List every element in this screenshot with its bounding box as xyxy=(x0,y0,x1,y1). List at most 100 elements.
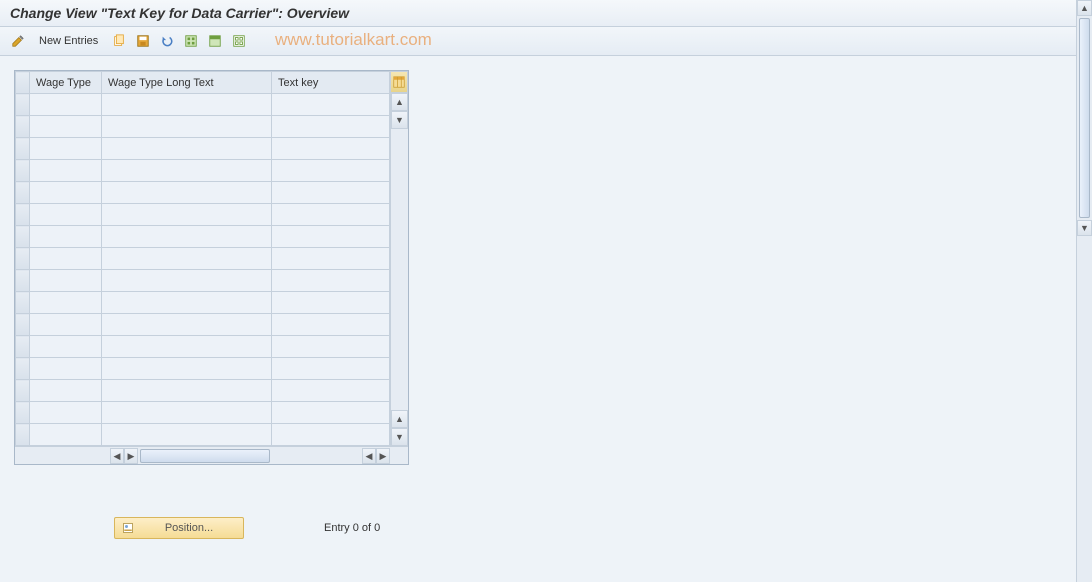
page-vertical-scrollbar[interactable]: ▲ ▼ xyxy=(1076,0,1092,582)
table-row[interactable] xyxy=(16,292,390,314)
scroll-left-step-button[interactable]: ◀ xyxy=(362,448,376,464)
table-cell[interactable] xyxy=(102,424,272,446)
row-selector[interactable] xyxy=(16,226,30,248)
table-cell[interactable] xyxy=(102,116,272,138)
table-row[interactable] xyxy=(16,204,390,226)
table-cell[interactable] xyxy=(30,270,102,292)
col-header-text-key[interactable]: Text key xyxy=(272,72,390,94)
scroll-right-button[interactable]: ▶ xyxy=(376,448,390,464)
col-header-wage-long-text[interactable]: Wage Type Long Text xyxy=(102,72,272,94)
select-all-button[interactable] xyxy=(181,31,201,51)
scroll-left-button[interactable]: ◀ xyxy=(110,448,124,464)
table-cell[interactable] xyxy=(30,380,102,402)
table-row[interactable] xyxy=(16,226,390,248)
table-cell[interactable] xyxy=(102,226,272,248)
table-row[interactable] xyxy=(16,94,390,116)
table-row[interactable] xyxy=(16,424,390,446)
table-cell[interactable] xyxy=(30,182,102,204)
row-selector[interactable] xyxy=(16,336,30,358)
table-cell[interactable] xyxy=(272,116,390,138)
table-cell[interactable] xyxy=(30,336,102,358)
table-cell[interactable] xyxy=(30,314,102,336)
scroll-down-button[interactable]: ▼ xyxy=(391,428,408,446)
table-cell[interactable] xyxy=(102,182,272,204)
table-row[interactable] xyxy=(16,182,390,204)
table-cell[interactable] xyxy=(102,204,272,226)
table-cell[interactable] xyxy=(30,94,102,116)
table-cell[interactable] xyxy=(272,94,390,116)
table-row[interactable] xyxy=(16,138,390,160)
table-cell[interactable] xyxy=(102,270,272,292)
table-cell[interactable] xyxy=(30,226,102,248)
row-selector[interactable] xyxy=(16,402,30,424)
page-scroll-down-button[interactable]: ▼ xyxy=(1077,220,1092,236)
table-cell[interactable] xyxy=(30,292,102,314)
row-selector[interactable] xyxy=(16,270,30,292)
table-row[interactable] xyxy=(16,160,390,182)
row-selector[interactable] xyxy=(16,358,30,380)
table-cell[interactable] xyxy=(272,380,390,402)
row-selector[interactable] xyxy=(16,94,30,116)
table-cell[interactable] xyxy=(102,336,272,358)
table-config-button[interactable] xyxy=(390,71,408,93)
table-cell[interactable] xyxy=(272,182,390,204)
scroll-down-step-button[interactable]: ▼ xyxy=(391,111,408,129)
table-cell[interactable] xyxy=(102,160,272,182)
table-row[interactable] xyxy=(16,116,390,138)
table-cell[interactable] xyxy=(272,424,390,446)
row-selector-header[interactable] xyxy=(16,72,30,94)
table-horizontal-scrollbar[interactable]: ◀ ▶ ◀ ▶ xyxy=(15,446,408,464)
scroll-right-step-button[interactable]: ▶ xyxy=(124,448,138,464)
table-cell[interactable] xyxy=(30,138,102,160)
table-row[interactable] xyxy=(16,314,390,336)
table-cell[interactable] xyxy=(30,160,102,182)
undo-button[interactable] xyxy=(157,31,177,51)
table-cell[interactable] xyxy=(272,358,390,380)
data-table[interactable]: Wage Type Wage Type Long Text Text key xyxy=(15,71,390,446)
table-cell[interactable] xyxy=(272,226,390,248)
deselect-button[interactable] xyxy=(229,31,249,51)
table-vertical-scrollbar[interactable]: ▲ ▼ ▲ ▼ xyxy=(390,93,408,446)
row-selector[interactable] xyxy=(16,160,30,182)
table-row[interactable] xyxy=(16,380,390,402)
select-block-button[interactable] xyxy=(205,31,225,51)
row-selector[interactable] xyxy=(16,314,30,336)
row-selector[interactable] xyxy=(16,116,30,138)
table-cell[interactable] xyxy=(102,402,272,424)
table-cell[interactable] xyxy=(102,292,272,314)
table-cell[interactable] xyxy=(272,204,390,226)
table-cell[interactable] xyxy=(272,138,390,160)
table-cell[interactable] xyxy=(102,94,272,116)
table-cell[interactable] xyxy=(102,314,272,336)
table-cell[interactable] xyxy=(272,292,390,314)
table-row[interactable] xyxy=(16,358,390,380)
table-cell[interactable] xyxy=(30,424,102,446)
table-cell[interactable] xyxy=(272,160,390,182)
scroll-up-step-button[interactable]: ▲ xyxy=(391,410,408,428)
row-selector[interactable] xyxy=(16,248,30,270)
page-scroll-thumb[interactable] xyxy=(1079,18,1090,218)
table-cell[interactable] xyxy=(102,358,272,380)
save-button[interactable] xyxy=(133,31,153,51)
table-cell[interactable] xyxy=(30,248,102,270)
table-row[interactable] xyxy=(16,270,390,292)
row-selector[interactable] xyxy=(16,204,30,226)
table-cell[interactable] xyxy=(102,380,272,402)
table-row[interactable] xyxy=(16,336,390,358)
row-selector[interactable] xyxy=(16,138,30,160)
row-selector[interactable] xyxy=(16,380,30,402)
table-row[interactable] xyxy=(16,402,390,424)
table-cell[interactable] xyxy=(272,248,390,270)
hscroll-thumb[interactable] xyxy=(140,449,270,463)
copy-button[interactable] xyxy=(109,31,129,51)
row-selector[interactable] xyxy=(16,424,30,446)
row-selector[interactable] xyxy=(16,182,30,204)
scroll-track[interactable] xyxy=(391,129,408,410)
table-cell[interactable] xyxy=(30,116,102,138)
row-selector[interactable] xyxy=(16,292,30,314)
new-entries-button[interactable]: New Entries xyxy=(32,31,105,51)
table-cell[interactable] xyxy=(272,270,390,292)
scroll-up-button[interactable]: ▲ xyxy=(391,93,408,111)
table-cell[interactable] xyxy=(30,402,102,424)
table-cell[interactable] xyxy=(102,248,272,270)
